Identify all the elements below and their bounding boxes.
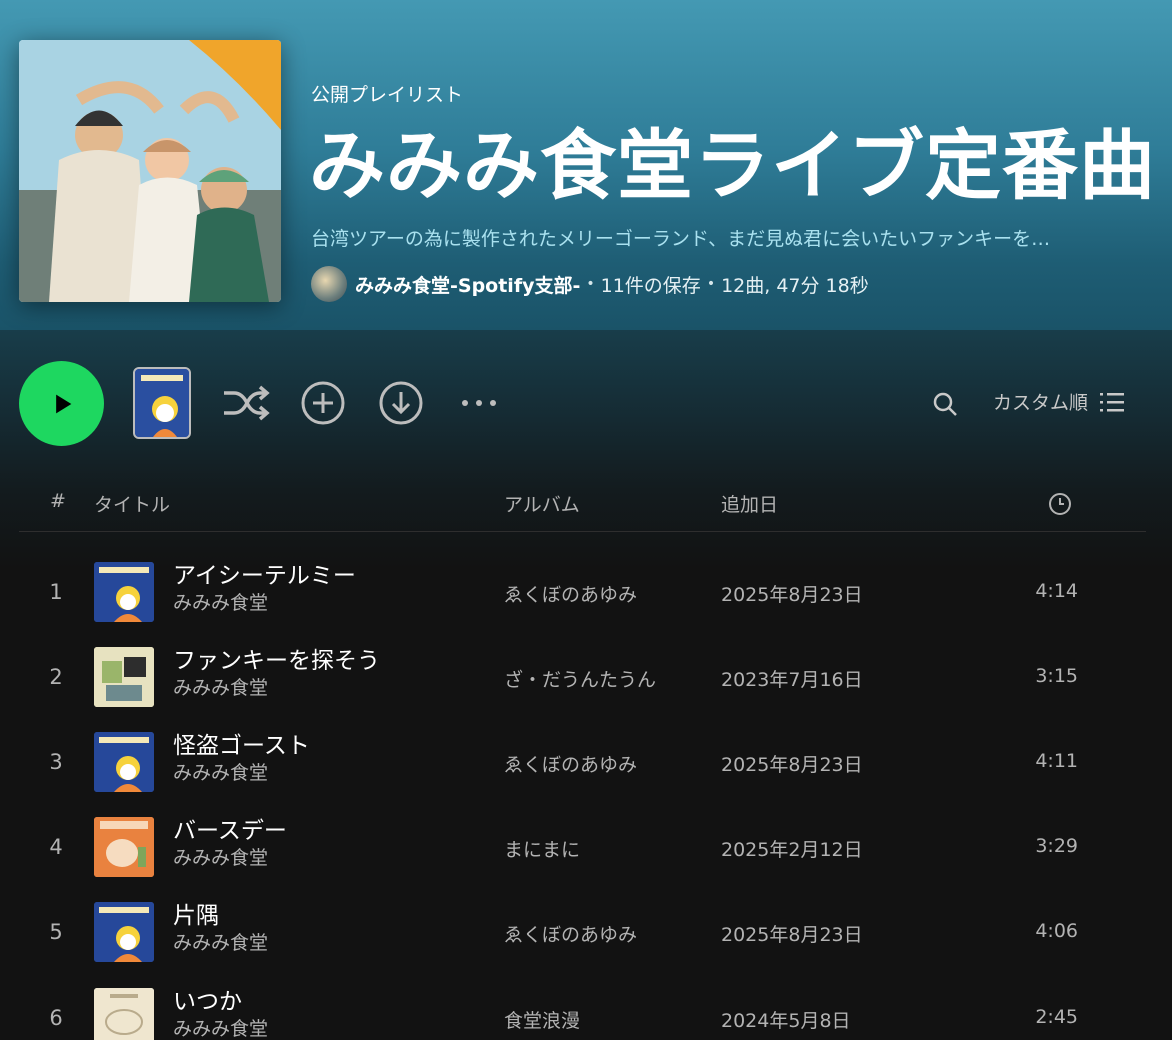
track-number: 4 (49, 835, 63, 859)
list-view-icon (1100, 392, 1125, 411)
track-row[interactable]: 2 ファンキーを探そう みみみ食堂 ざ・だうんたうん 2023年7月16日 3:… (0, 647, 1172, 732)
album-thumbnail (94, 647, 154, 707)
track-duration: 3:29 (1035, 835, 1078, 857)
separator-dot: • (586, 276, 595, 292)
album-thumbnail (94, 902, 154, 962)
playlist-type-label: 公開プレイリスト (311, 84, 464, 106)
track-duration: 4:11 (1035, 750, 1078, 772)
album-thumbnail (94, 732, 154, 792)
add-to-library-button[interactable] (300, 380, 346, 426)
track-title[interactable]: アイシーテルミー (173, 556, 356, 590)
owner-link[interactable]: みみみ食堂-Spotify支部- (355, 271, 580, 298)
track-date-added: 2025年8月23日 (721, 754, 863, 776)
sort-label: カスタム順 (993, 392, 1089, 414)
track-album[interactable]: ざ・だうんたうん (504, 665, 656, 692)
shuffle-button[interactable] (218, 380, 272, 426)
more-dots-icon (462, 400, 496, 406)
playlist-cover-image[interactable] (19, 40, 281, 302)
track-number: 5 (49, 920, 63, 944)
track-artist[interactable]: みみみ食堂 (173, 843, 268, 870)
column-header-title[interactable]: タイトル (94, 490, 170, 517)
track-artist[interactable]: みみみ食堂 (173, 758, 268, 785)
column-header-date-added[interactable]: 追加日 (721, 490, 778, 517)
playlist-description: 台湾ツアーの為に製作されたメリーゴーランド、まだ見ぬ君に会いたいファンキーを… (311, 228, 1051, 250)
track-title[interactable]: バースデー (173, 811, 287, 845)
track-album[interactable]: ゑくぼのあゆみ (504, 750, 637, 777)
more-options-button[interactable] (456, 390, 502, 416)
download-button[interactable] (378, 380, 424, 426)
track-artist[interactable]: みみみ食堂 (173, 928, 268, 955)
track-row[interactable]: 5 片隅 みみみ食堂 ゑくぼのあゆみ 2025年8月23日 4:06 (0, 902, 1172, 987)
track-date-added: 2025年2月12日 (721, 839, 863, 861)
search-in-playlist-button[interactable] (930, 389, 960, 419)
plus-circle-icon (301, 381, 345, 425)
album-thumbnail (94, 817, 154, 877)
shuffle-icon (224, 385, 270, 421)
download-circle-icon (379, 381, 423, 425)
track-artist[interactable]: みみみ食堂 (173, 1014, 268, 1040)
track-row[interactable]: 6 いつか みみみ食堂 食堂浪漫 2024年5月8日 2:45 (0, 988, 1172, 1040)
play-button[interactable] (19, 361, 104, 446)
album-thumbnail (94, 988, 154, 1040)
track-album[interactable]: 食堂浪漫 (504, 1006, 580, 1033)
header-divider (19, 531, 1146, 532)
track-artist[interactable]: みみみ食堂 (173, 588, 268, 615)
track-title[interactable]: いつか (173, 982, 242, 1016)
track-duration: 3:15 (1035, 665, 1078, 687)
track-row[interactable]: 3 怪盗ゴースト みみみ食堂 ゑくぼのあゆみ 2025年8月23日 4:11 (0, 732, 1172, 817)
track-title[interactable]: 怪盗ゴースト (173, 726, 310, 760)
track-artist[interactable]: みみみ食堂 (173, 673, 268, 700)
track-stats: 12曲, 47分 18秒 (721, 274, 869, 297)
search-icon (933, 392, 957, 416)
playlist-header: 公開プレイリスト みみみ食堂ライブ定番曲 台湾ツアーの為に製作されたメリーゴーラ… (0, 0, 1172, 330)
track-duration: 4:06 (1035, 920, 1078, 942)
track-date-added: 2025年8月23日 (721, 584, 863, 606)
separator-dot: • (706, 276, 716, 292)
column-header-duration[interactable] (1048, 492, 1072, 521)
track-date-added: 2025年8月23日 (721, 924, 863, 946)
track-number: 2 (49, 665, 63, 689)
track-title[interactable]: ファンキーを探そう (173, 641, 380, 675)
track-duration: 4:14 (1035, 580, 1078, 602)
owner-avatar[interactable] (311, 266, 347, 302)
track-title[interactable]: 片隅 (173, 896, 219, 930)
playlist-meta: みみみ食堂-Spotify支部- • 11件の保存 • 12曲, 47分 18秒 (311, 266, 869, 302)
track-row[interactable]: 1 アイシーテルミー みみみ食堂 ゑくぼのあゆみ 2025年8月23日 4:14 (0, 562, 1172, 647)
track-date-added: 2024年5月8日 (721, 1010, 851, 1032)
column-header-number: # (50, 490, 66, 512)
clock-icon (1049, 493, 1071, 515)
track-row[interactable]: 4 バースデー みみみ食堂 まにまに 2025年2月12日 3:29 (0, 817, 1172, 902)
saves-count: 11件の保存 (600, 274, 701, 297)
playlist-title: みみみ食堂ライブ定番曲 (309, 121, 1156, 210)
column-header-album[interactable]: アルバム (504, 490, 580, 517)
track-number: 3 (49, 750, 63, 774)
track-date-added: 2023年7月16日 (721, 669, 863, 691)
preview-cover-button[interactable] (133, 367, 191, 439)
play-icon (55, 394, 71, 413)
track-number: 1 (49, 580, 63, 604)
sort-dropdown[interactable]: カスタム順 (993, 388, 1126, 415)
track-album[interactable]: ゑくぼのあゆみ (504, 580, 637, 607)
album-thumbnail (94, 562, 154, 622)
track-number: 6 (49, 1006, 63, 1030)
track-album[interactable]: まにまに (504, 835, 580, 862)
track-album[interactable]: ゑくぼのあゆみ (504, 920, 637, 947)
track-duration: 2:45 (1035, 1006, 1078, 1028)
